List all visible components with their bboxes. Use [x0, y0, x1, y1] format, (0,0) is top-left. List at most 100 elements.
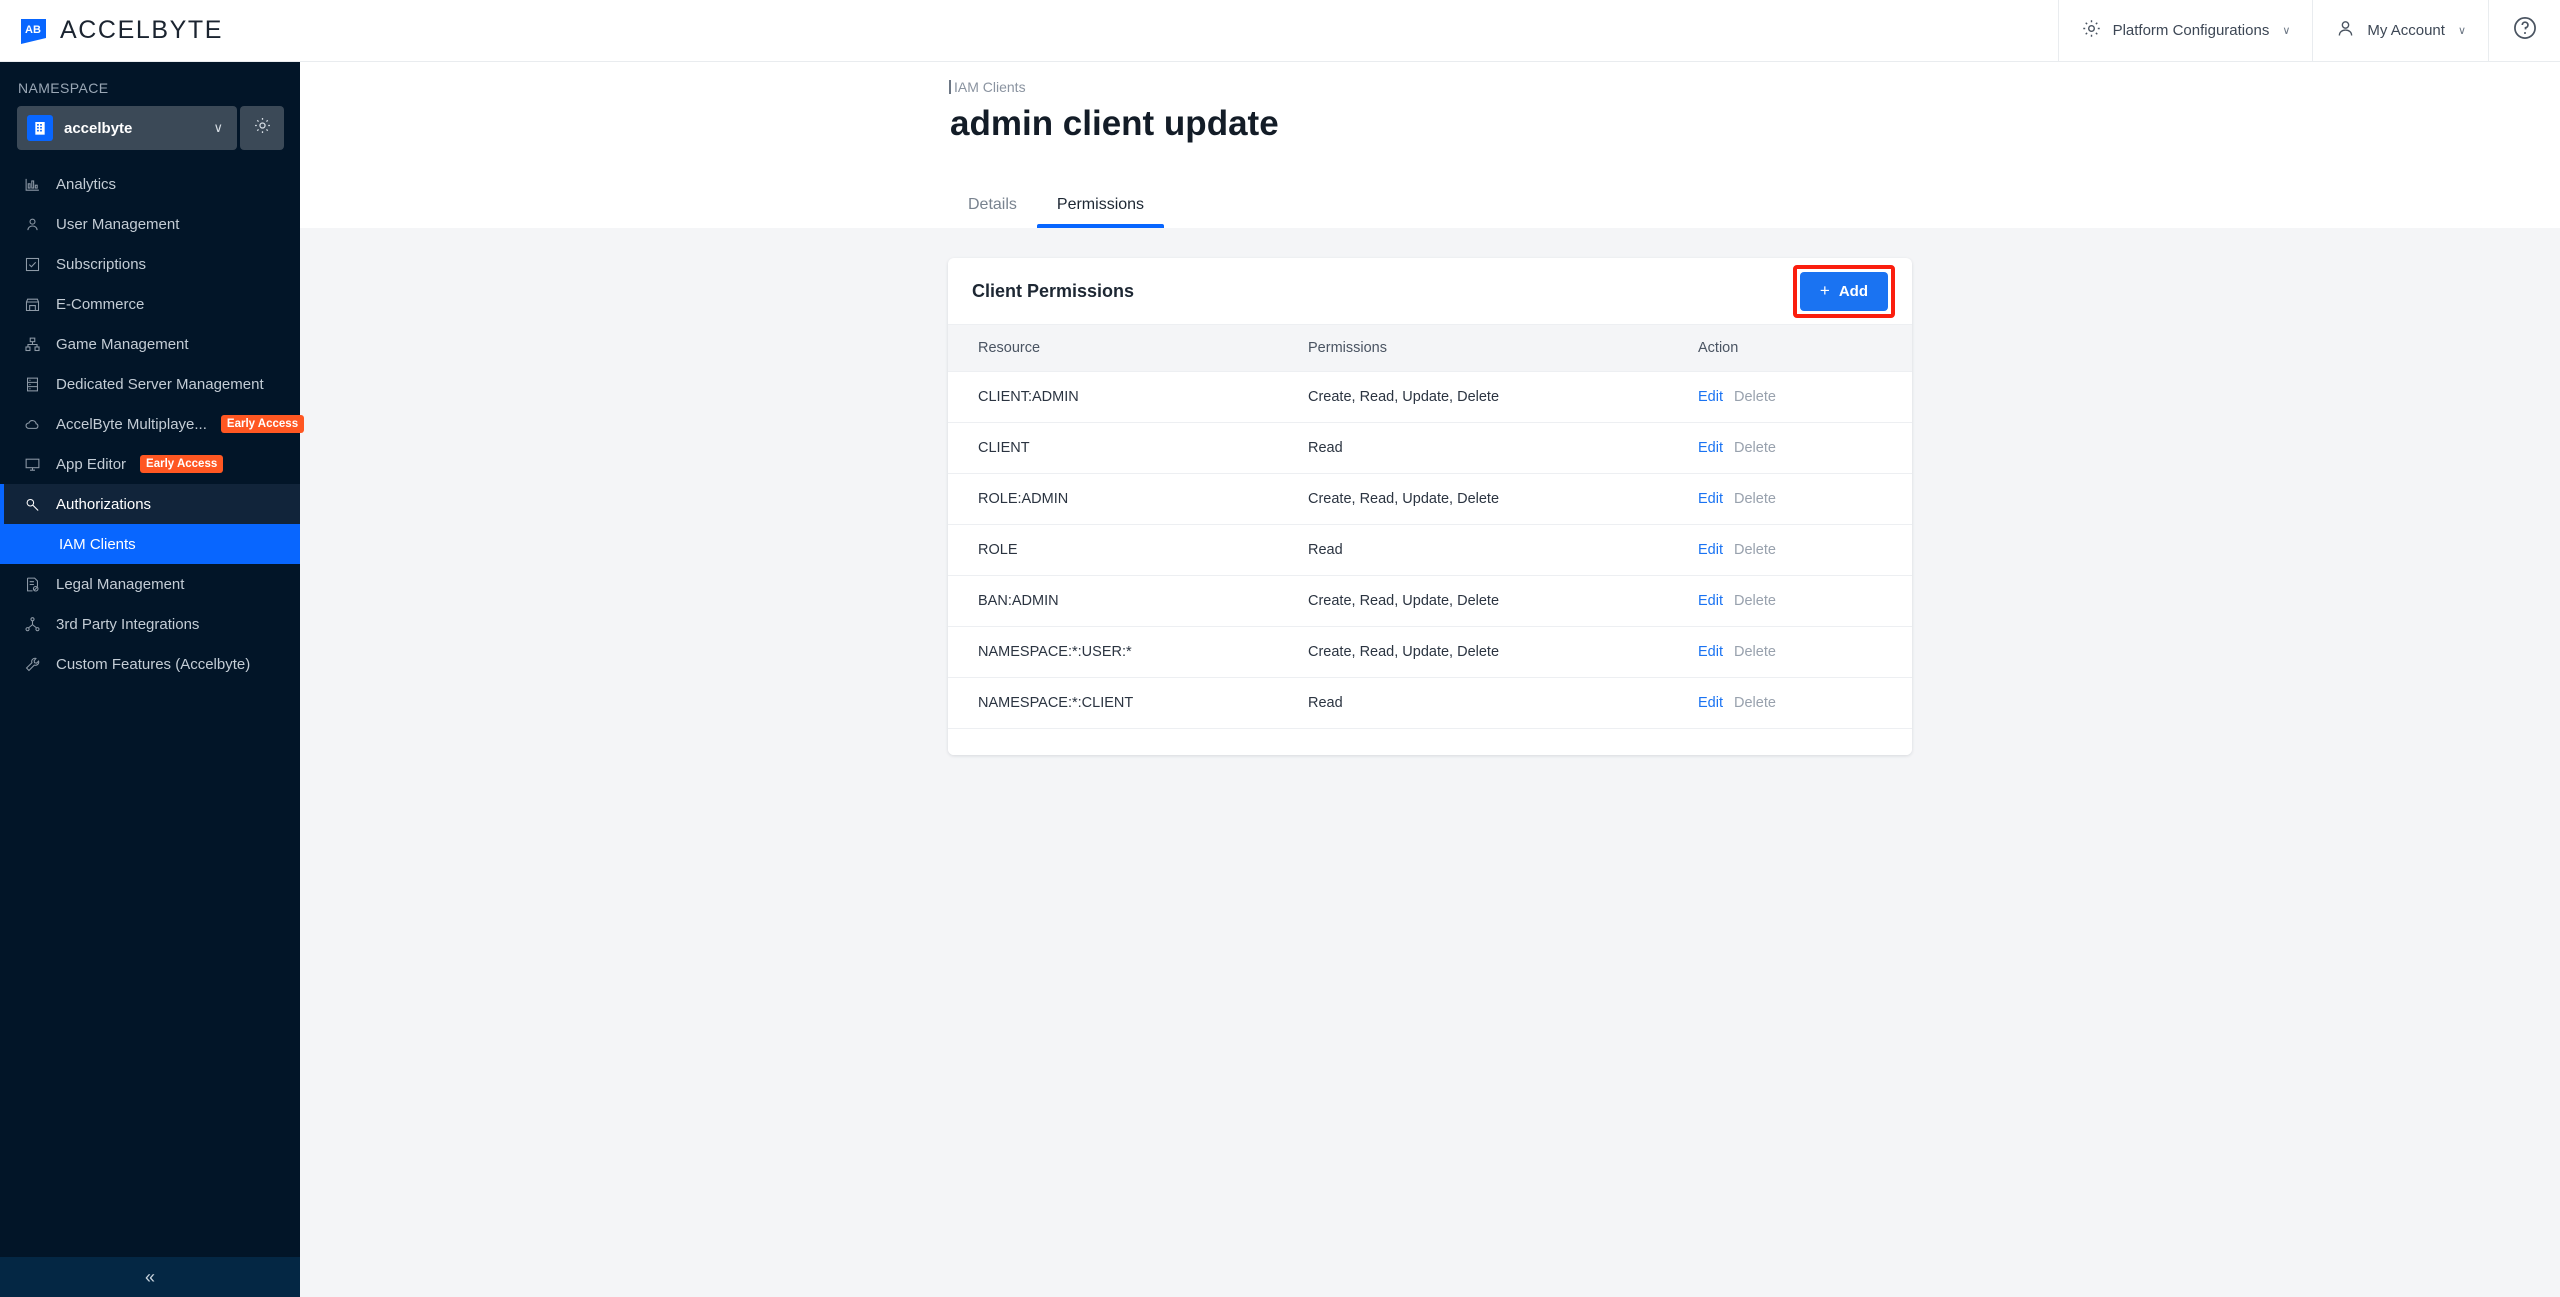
cell-action: Edit Delete [1698, 524, 1912, 576]
breadcrumb[interactable]: IAM Clients [949, 80, 1026, 94]
table-header-row: Resource Permissions Action [948, 324, 1912, 372]
my-account-label: My Account [2367, 22, 2445, 39]
gear-icon [253, 116, 272, 140]
monitor-icon [22, 454, 42, 474]
checkbox-icon [22, 254, 42, 274]
integrations-icon [22, 614, 42, 634]
cell-permissions: Read [1308, 677, 1698, 729]
cell-resource: ROLE [948, 524, 1308, 576]
sidebar-item-authorizations[interactable]: Authorizations [0, 484, 300, 524]
user-icon [2335, 18, 2356, 43]
sidebar-collapse-button[interactable]: « [0, 1257, 300, 1297]
cell-resource: NAMESPACE:*:USER:* [948, 626, 1308, 678]
cell-action: Edit Delete [1698, 677, 1912, 729]
my-account-menu[interactable]: My Account ∨ [2312, 0, 2488, 62]
app-root: AB ACCELBYTE Platform Configurations ∨ M… [0, 0, 2560, 1297]
sidebar-item-label: Custom Features (Accelbyte) [56, 655, 251, 673]
delete-link[interactable]: Delete [1734, 593, 1776, 609]
page-title: admin client update [950, 104, 1279, 143]
cell-resource: ROLE:ADMIN [948, 473, 1308, 525]
main-content: IAM Clients admin client update Details … [300, 62, 2560, 1297]
sidebar-item-3rd-party-integrations[interactable]: 3rd Party Integrations [0, 604, 300, 644]
table-row: CLIENT:ADMIN Create, Read, Update, Delet… [948, 371, 1912, 423]
sidebar-item-label: 3rd Party Integrations [56, 615, 200, 633]
client-permissions-card: Client Permissions + Add Resource Permis… [948, 258, 1912, 755]
table-row: CLIENT Read Edit Delete [948, 422, 1912, 474]
plus-icon: + [1819, 281, 1830, 300]
server-icon [22, 374, 42, 394]
platform-configurations-menu[interactable]: Platform Configurations ∨ [2057, 0, 2313, 62]
delete-link[interactable]: Delete [1734, 389, 1776, 405]
chevron-down-icon: ∨ [2282, 25, 2291, 37]
edit-link[interactable]: Edit [1698, 389, 1723, 405]
cell-permissions: Create, Read, Update, Delete [1308, 626, 1698, 678]
column-header-permissions: Permissions [1308, 324, 1698, 372]
brand[interactable]: AB ACCELBYTE [0, 15, 223, 46]
cell-action: Edit Delete [1698, 422, 1912, 474]
help-button[interactable] [2488, 0, 2560, 62]
table-row: NAMESPACE:*:USER:* Create, Read, Update,… [948, 626, 1912, 678]
delete-link[interactable]: Delete [1734, 644, 1776, 660]
top-bar: AB ACCELBYTE Platform Configurations ∨ M… [0, 0, 2560, 62]
cell-permissions: Read [1308, 524, 1698, 576]
person-icon [22, 214, 42, 234]
delete-link[interactable]: Delete [1734, 695, 1776, 711]
cell-permissions: Create, Read, Update, Delete [1308, 575, 1698, 627]
table-row: ROLE Read Edit Delete [948, 524, 1912, 576]
cloud-icon [22, 414, 42, 434]
cell-resource: BAN:ADMIN [948, 575, 1308, 627]
permissions-table: Resource Permissions Action CLIENT:ADMIN… [948, 324, 1912, 729]
sidebar-item-label: E-Commerce [56, 295, 145, 313]
legal-doc-icon [22, 574, 42, 594]
sidebar-item-iam-clients[interactable]: IAM Clients [0, 524, 300, 564]
cell-action: Edit Delete [1698, 473, 1912, 525]
sidebar-item-analytics[interactable]: Analytics [0, 164, 300, 204]
sidebar-item-label: Authorizations [56, 495, 152, 513]
sidebar-nav: Analytics User Management Subscriptions … [0, 164, 305, 1257]
edit-link[interactable]: Edit [1698, 542, 1723, 558]
edit-link[interactable]: Edit [1698, 695, 1723, 711]
edit-link[interactable]: Edit [1698, 440, 1723, 456]
storefront-icon [22, 294, 42, 314]
sidebar-item-label: Dedicated Server Management [56, 375, 264, 393]
sidebar-item-e-commerce[interactable]: E-Commerce [0, 284, 300, 324]
accelbyte-logo-icon: AB [18, 15, 49, 46]
sidebar-item-app-editor[interactable]: App Editor Early Access [0, 444, 300, 484]
edit-link[interactable]: Edit [1698, 491, 1723, 507]
namespace-label: NAMESPACE [18, 80, 109, 96]
sidebar-item-label: App Editor [56, 455, 127, 473]
early-access-badge: Early Access [220, 414, 305, 434]
sidebar-item-label: Analytics [56, 175, 117, 193]
sidebar-item-dedicated-server-management[interactable]: Dedicated Server Management [0, 364, 300, 404]
edit-link[interactable]: Edit [1698, 644, 1723, 660]
cell-permissions: Create, Read, Update, Delete [1308, 371, 1698, 423]
tab-details[interactable]: Details [948, 196, 1037, 228]
sidebar-item-user-management[interactable]: User Management [0, 204, 300, 244]
cell-resource: CLIENT [948, 422, 1308, 474]
sidebar-item-game-management[interactable]: Game Management [0, 324, 300, 364]
sidebar-item-label: AccelByte Multiplaye... [56, 415, 207, 433]
page-header: IAM Clients admin client update Details … [300, 62, 2560, 228]
namespace-selector[interactable]: accelbyte ∨ [17, 106, 237, 150]
edit-link[interactable]: Edit [1698, 593, 1723, 609]
namespace-settings-button[interactable] [240, 106, 284, 150]
sidebar-subitem-label: IAM Clients [59, 535, 136, 553]
early-access-badge: Early Access [140, 454, 224, 474]
sidebar-item-label: User Management [56, 215, 180, 233]
sidebar-item-subscriptions[interactable]: Subscriptions [0, 244, 300, 284]
key-search-icon [22, 494, 42, 514]
cell-action: Edit Delete [1698, 371, 1912, 423]
add-button[interactable]: + Add [1799, 271, 1888, 311]
card-footer [948, 729, 1912, 755]
delete-link[interactable]: Delete [1734, 491, 1776, 507]
sidebar-item-legal-management[interactable]: Legal Management [0, 564, 300, 604]
table-row: ROLE:ADMIN Create, Read, Update, Delete … [948, 473, 1912, 525]
cell-permissions: Create, Read, Update, Delete [1308, 473, 1698, 525]
table-body: CLIENT:ADMIN Create, Read, Update, Delet… [948, 371, 1912, 729]
delete-link[interactable]: Delete [1734, 440, 1776, 456]
sidebar-item-accelbyte-multiplayer[interactable]: AccelByte Multiplaye... Early Access [0, 404, 305, 444]
add-button-label: Add [1838, 282, 1868, 300]
tab-permissions[interactable]: Permissions [1036, 196, 1165, 228]
sidebar-item-custom-features[interactable]: Custom Features (Accelbyte) [0, 644, 300, 684]
delete-link[interactable]: Delete [1734, 542, 1776, 558]
